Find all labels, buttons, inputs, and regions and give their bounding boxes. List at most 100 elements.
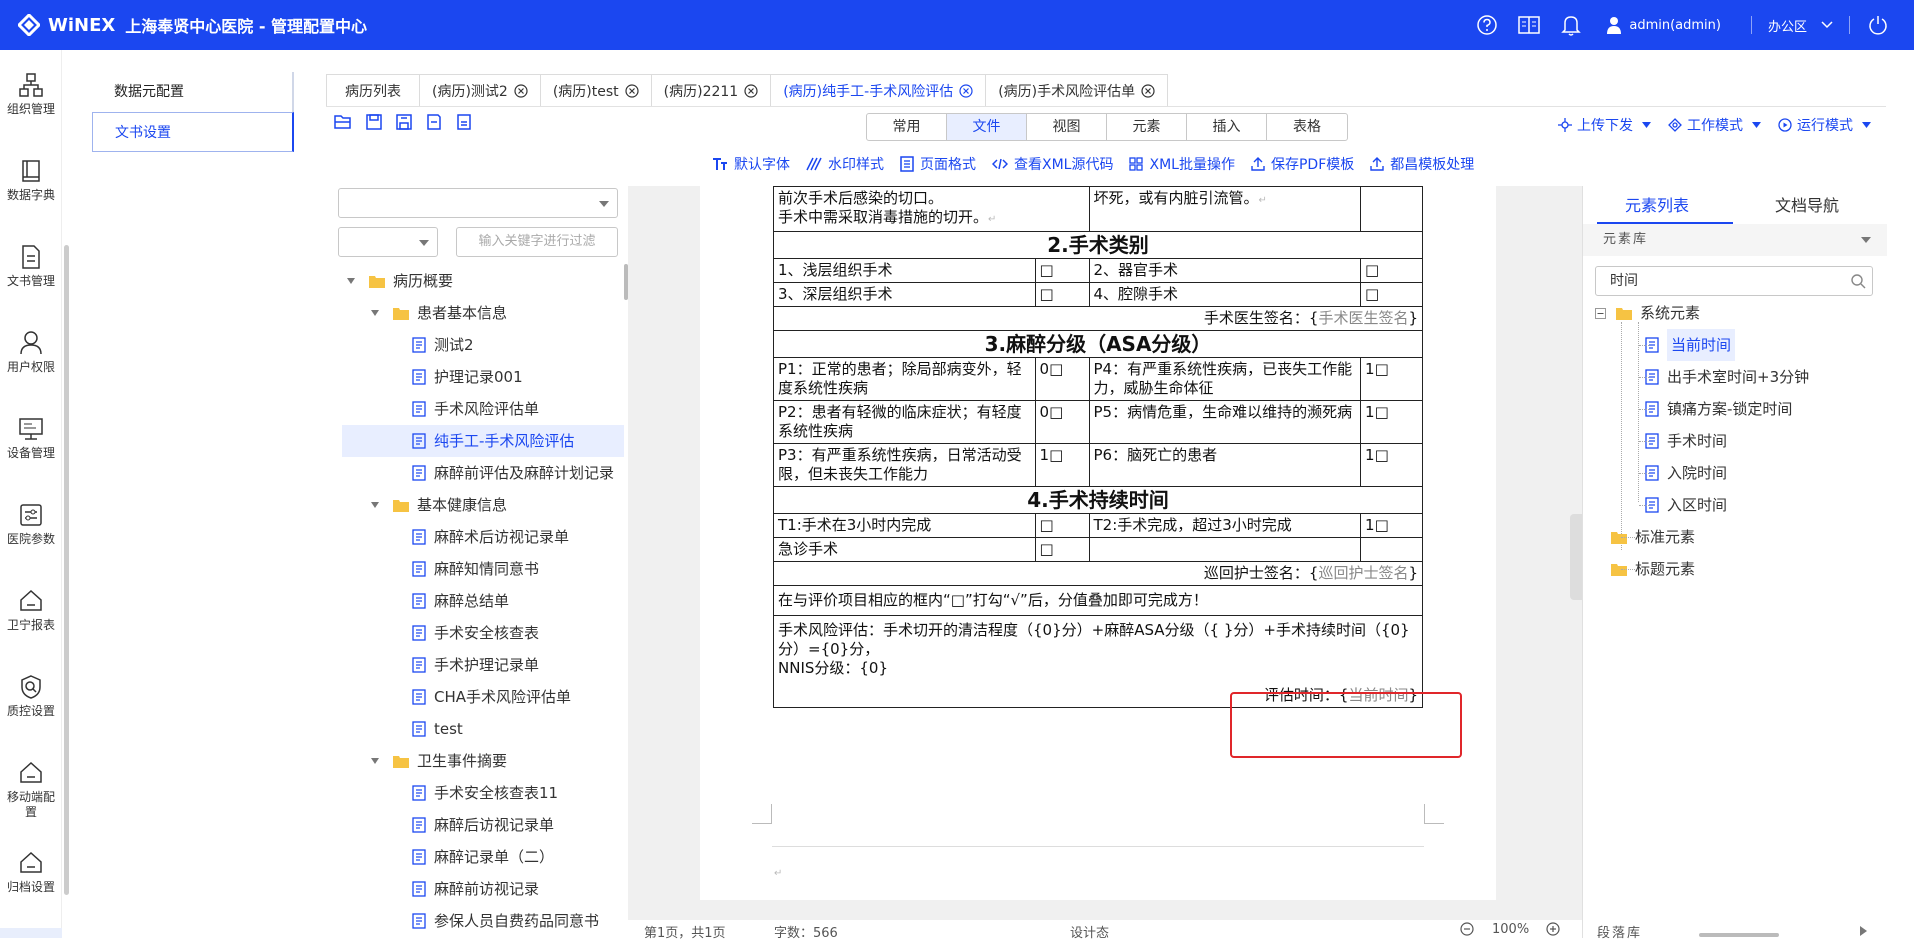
tree-item[interactable]: 手术安全核查表11 (342, 777, 558, 809)
rail-item-qc[interactable]: 质控设置 (0, 674, 62, 719)
rail-item-archive[interactable]: 归档设置 (0, 850, 62, 895)
mode-tab-element[interactable]: 元素 (1107, 114, 1187, 140)
cell[interactable]: 4、腔隙手术 (1088, 282, 1362, 307)
element-item[interactable]: 出手术室时间+3分钟 (1645, 361, 1809, 393)
nurse-signature-field[interactable]: 巡回护士签名 (1318, 564, 1408, 582)
page-scrollbar[interactable] (1888, 186, 1898, 938)
rail-item-org[interactable]: 组织管理 (0, 72, 62, 117)
zoom-out-icon[interactable] (1460, 922, 1474, 936)
tab-element-list[interactable]: 元素列表 (1625, 192, 1689, 216)
checkbox-cell[interactable]: □ (1034, 282, 1090, 307)
checkbox-cell[interactable]: □ (1034, 513, 1090, 538)
tree-item[interactable]: 手术护理记录单 (342, 649, 539, 681)
tree-item[interactable]: 麻醉前访视记录 (342, 873, 539, 905)
manual-book-icon[interactable] (1511, 0, 1547, 50)
tree-item[interactable]: 麻醉记录单（二） (342, 841, 554, 873)
cell[interactable]: 急诊手术 (773, 537, 1036, 562)
user-menu[interactable]: admin(admin) (1607, 16, 1721, 34)
tree-item[interactable]: 麻醉后访视记录单 (342, 809, 554, 841)
tree-filter-input[interactable]: 输入关键字进行过滤 (456, 227, 618, 257)
expand-arrow-icon[interactable] (371, 758, 379, 764)
score-cell[interactable]: 1□ (1034, 443, 1090, 487)
power-icon[interactable] (1860, 0, 1896, 50)
import-icon[interactable] (426, 114, 442, 130)
element-item[interactable]: 入院时间 (1645, 457, 1727, 489)
zoom-in-icon[interactable] (1546, 922, 1560, 936)
tree-item[interactable]: 测试2 (342, 329, 474, 361)
menu-item-data-element-config[interactable]: 数据元配置 (92, 72, 294, 112)
close-circle-icon[interactable] (514, 83, 528, 98)
tree-item[interactable]: 护理记录001 (342, 361, 523, 393)
default-font-button[interactable]: 默认字体 (712, 154, 790, 174)
mode-tab-file[interactable]: 文件 (947, 114, 1027, 140)
element-search-input[interactable]: 时间 (1595, 266, 1873, 296)
tree-item[interactable]: 纯手工-手术风险评估 (342, 425, 624, 457)
save-icon[interactable] (366, 114, 382, 130)
surgeon-signature-cell[interactable]: 手术医生签名：{手术医生签名} (773, 306, 1423, 331)
cell[interactable] (1088, 537, 1362, 562)
tree-item[interactable]: 手术风险评估单 (342, 393, 539, 425)
close-circle-icon[interactable] (1141, 83, 1155, 98)
brand-logo[interactable]: WiNEX (18, 14, 115, 36)
mode-tab-view[interactable]: 视图 (1027, 114, 1107, 140)
tab-record[interactable]: (病历)test (539, 74, 652, 106)
tree-item[interactable]: 麻醉前评估及麻醉计划记录 (342, 457, 614, 489)
cell[interactable]: 前次手术后感染的切口。 手术中需采取消毒措施的切开。↵ (773, 186, 1090, 232)
cell[interactable]: 1、浅层组织手术 (773, 258, 1036, 283)
cell[interactable]: P4：有严重系统性疾病，已丧失工作能力，威胁生命体征 (1088, 357, 1362, 401)
score-cell[interactable]: 1□ (1360, 513, 1423, 538)
duchang-template-button[interactable]: 都昌模板处理 (1370, 154, 1474, 174)
cell[interactable]: P1：正常的患者；除局部病变外，轻度系统性疾病 (773, 357, 1036, 401)
rail-item-docs[interactable]: 文书管理 (0, 244, 62, 289)
expand-arrow-icon[interactable] (347, 278, 355, 284)
cell[interactable]: 坏死，或有内脏引流管。↵ (1088, 186, 1362, 232)
tree-item[interactable]: 手术安全核查表 (342, 617, 539, 649)
element-library-header[interactable]: 元素库 (1583, 224, 1887, 256)
expand-arrow-icon[interactable] (371, 310, 379, 316)
rail-scrollbar[interactable] (64, 245, 69, 895)
expand-arrow-icon[interactable] (371, 502, 379, 508)
help-icon[interactable] (1469, 0, 1505, 50)
rail-item-hospital-params[interactable]: 医院参数 (0, 502, 62, 547)
tree-item[interactable]: 麻醉总结单 (342, 585, 509, 617)
close-circle-icon[interactable] (744, 83, 758, 98)
save-pdf-template-button[interactable]: 保存PDF模板 (1251, 154, 1354, 174)
category-select[interactable] (338, 188, 618, 218)
checkbox-cell[interactable]: □ (1360, 282, 1423, 307)
office-selector[interactable]: 办公区 (1768, 16, 1833, 35)
score-cell[interactable]: 1□ (1360, 443, 1423, 487)
tab-record-active[interactable]: (病历)纯手工-手术风险评估 (770, 74, 987, 106)
checkbox-cell[interactable]: □ (1034, 537, 1090, 562)
cell[interactable]: P6：脑死亡的患者 (1088, 443, 1362, 487)
view-xml-source-button[interactable]: 查看XML源代码 (992, 154, 1113, 174)
export-icon[interactable] (456, 114, 472, 130)
tree-folder[interactable]: 基本健康信息 (371, 489, 507, 521)
tree-item[interactable]: 麻醉术后访视记录单 (342, 521, 569, 553)
element-item[interactable]: 手术时间 (1645, 425, 1727, 457)
mode-tab-insert[interactable]: 插入 (1187, 114, 1267, 140)
work-mode-button[interactable]: 工作模式 (1668, 115, 1766, 135)
rail-item-dict[interactable]: 数据字典 (0, 158, 62, 203)
open-folder-icon[interactable] (334, 114, 352, 130)
checkbox-cell[interactable]: □ (1034, 258, 1090, 283)
rail-item-reports[interactable]: 卫宁报表 (0, 588, 62, 633)
horizontal-scrollbar[interactable] (1699, 933, 1779, 937)
tab-record[interactable]: (病历)测试2 (419, 74, 541, 106)
tree-folder[interactable]: 患者基本信息 (371, 297, 507, 329)
mode-tab-common[interactable]: 常用 (867, 114, 947, 140)
watermark-style-button[interactable]: 水印样式 (806, 154, 884, 174)
menu-item-document-settings[interactable]: 文书设置 (92, 112, 294, 152)
rail-item-mobile[interactable]: 移动端配置 (0, 760, 62, 820)
close-circle-icon[interactable] (959, 83, 973, 98)
tab-record[interactable]: (病历)手术风险评估单 (985, 74, 1169, 106)
cell[interactable]: P5：病情危重，生命难以维持的濒死病 (1088, 400, 1362, 444)
checkbox-cell[interactable]: □ (1360, 258, 1423, 283)
score-cell[interactable]: 0□ (1034, 400, 1090, 444)
cell[interactable]: 2、器官手术 (1088, 258, 1362, 283)
page-format-button[interactable]: 页面格式 (900, 154, 976, 174)
instruction-cell[interactable]: 在与评价项目相应的框内“□”打勾“√”后，分值叠加即可完成方！ (773, 585, 1423, 616)
cell[interactable] (1360, 186, 1423, 232)
tab-record[interactable]: (病历)2211 (650, 74, 772, 106)
element-item[interactable]: 入区时间 (1645, 489, 1727, 521)
notification-bell-icon[interactable] (1553, 0, 1589, 50)
